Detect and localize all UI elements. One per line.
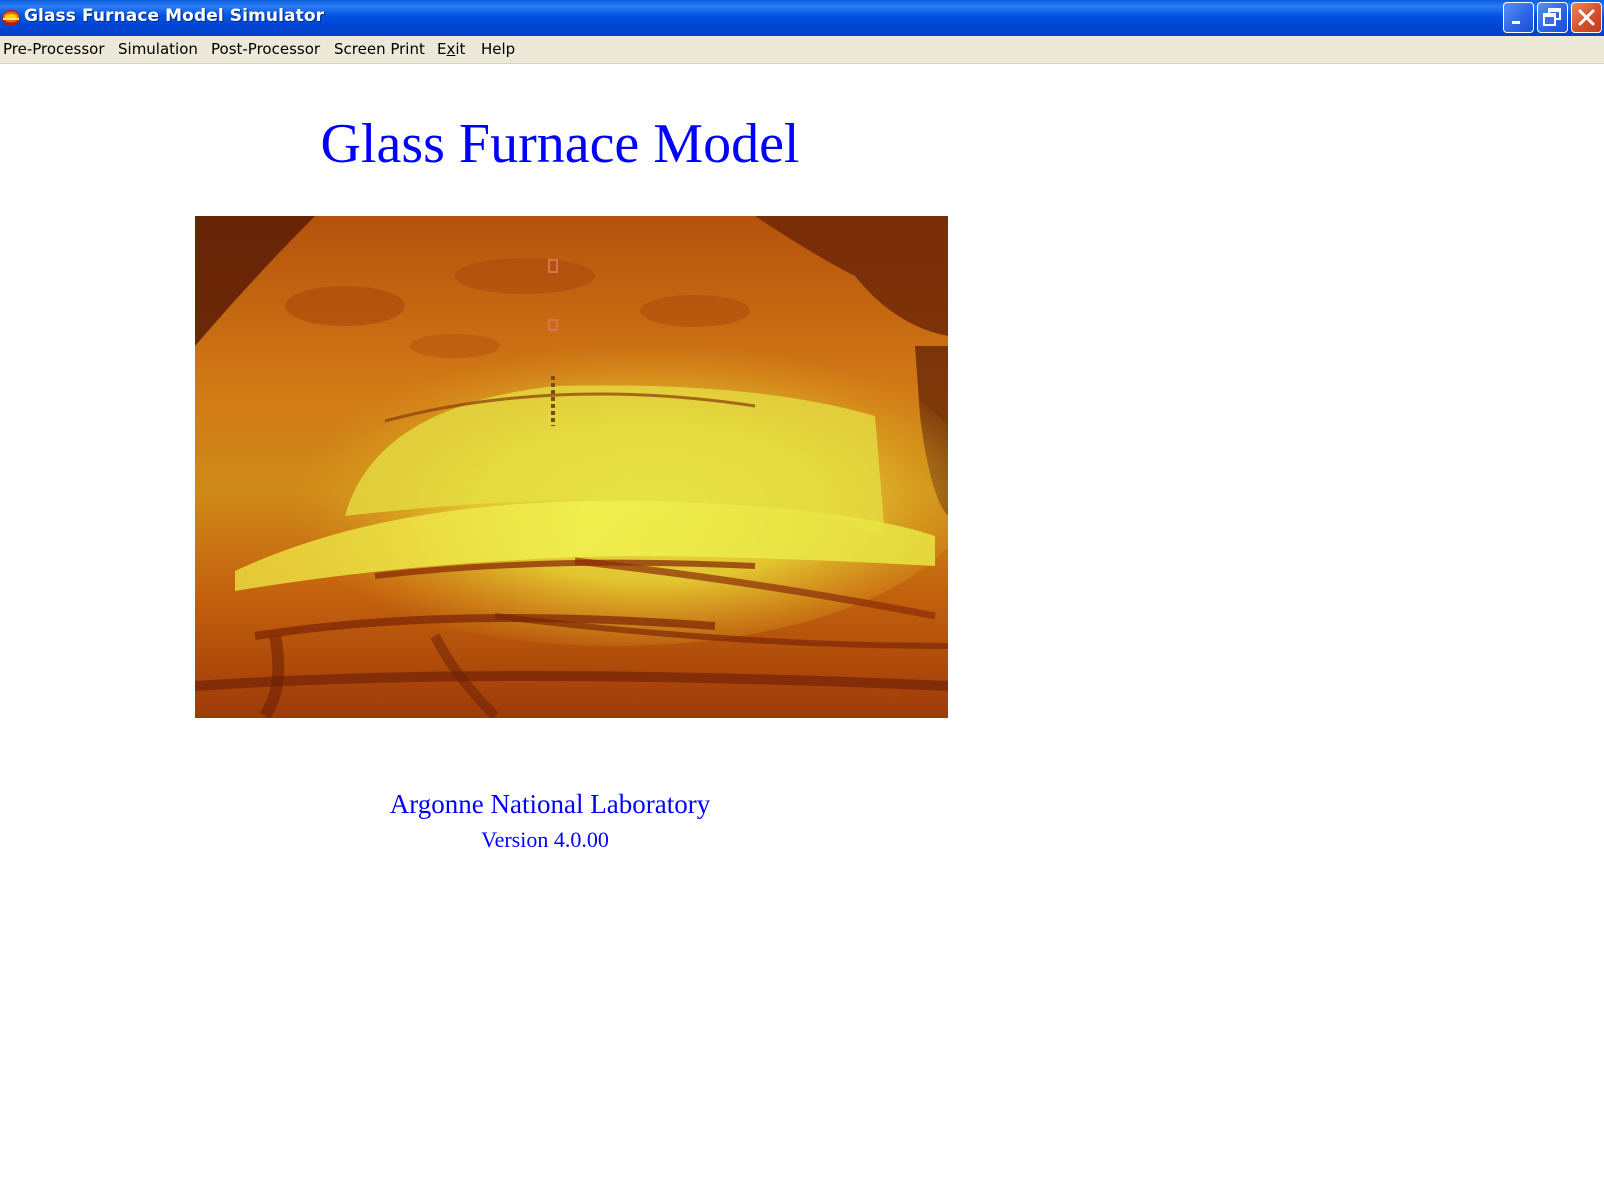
menu-pre-processor[interactable]: Pre-Processor bbox=[3, 40, 105, 58]
menu-screen-print[interactable]: Screen Print bbox=[334, 40, 425, 58]
window-title: Glass Furnace Model Simulator bbox=[24, 6, 325, 26]
furnace-photo bbox=[195, 216, 948, 718]
minimize-button[interactable] bbox=[1503, 2, 1534, 33]
restore-button[interactable] bbox=[1537, 2, 1568, 33]
organization-name: Argonne National Laboratory bbox=[389, 789, 711, 819]
app-window: Glass Furnace Model Simulator Pre-Proces… bbox=[0, 0, 1604, 1200]
page-title: Glass Furnace Model bbox=[320, 113, 800, 175]
close-button[interactable] bbox=[1571, 2, 1602, 33]
menu-help[interactable]: Help bbox=[481, 40, 515, 58]
menu-bar: Pre-Processor Simulation Post-Processor … bbox=[0, 36, 1604, 64]
version-label: Version 4.0.00 bbox=[481, 827, 609, 852]
restore-icon bbox=[1538, 8, 1567, 36]
title-bar[interactable]: Glass Furnace Model Simulator bbox=[0, 0, 1604, 36]
menu-post-processor[interactable]: Post-Processor bbox=[211, 40, 320, 58]
close-icon bbox=[1572, 9, 1601, 36]
menu-exit-part: it bbox=[455, 40, 466, 58]
menu-simulation[interactable]: Simulation bbox=[118, 40, 198, 58]
minimize-icon bbox=[1504, 17, 1533, 36]
app-icon[interactable] bbox=[1, 9, 21, 27]
menu-exit[interactable]: Exit bbox=[437, 40, 465, 58]
